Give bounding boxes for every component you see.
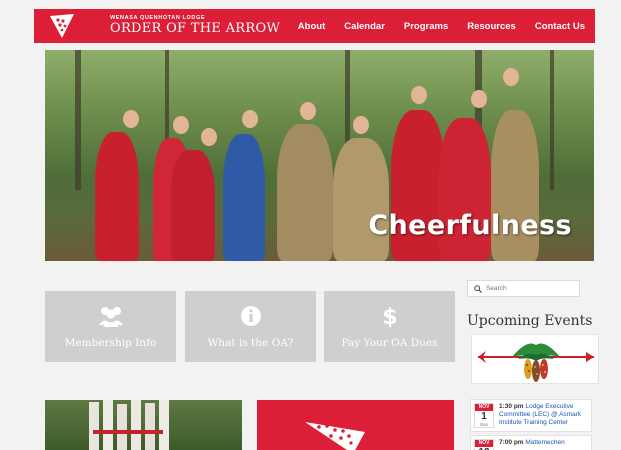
sash-strip xyxy=(117,404,127,450)
hero-person xyxy=(333,138,389,261)
arrowhead-graphic-icon xyxy=(305,422,365,450)
sashes-photo[interactable] xyxy=(45,400,242,450)
hero-person-head xyxy=(242,110,258,128)
pay-dues-tile[interactable]: $ Pay Your OA Dues xyxy=(324,291,455,362)
event-item[interactable]: NOV 1 Sun 1:30 pm Lodge Executive Commit… xyxy=(470,399,592,432)
event-details: 1:30 pm Lodge Executive Committee (LEC) … xyxy=(499,403,591,427)
sash-strip xyxy=(131,400,141,450)
nav-about[interactable]: About xyxy=(298,21,325,32)
hero-slider[interactable]: Cheerfulness xyxy=(45,50,594,261)
nav-contact-us[interactable]: Contact Us xyxy=(535,21,585,32)
hero-person-head xyxy=(300,102,316,120)
dollar-icon: $ xyxy=(324,305,455,328)
hero-person-head xyxy=(173,116,189,134)
event-time: 7:00 pm xyxy=(499,439,524,446)
group-icon xyxy=(45,305,176,327)
main-nav: About Calendar Programs Resources Contac… xyxy=(279,9,585,43)
tile-label: Pay Your OA Dues xyxy=(341,337,438,349)
hero-person-head xyxy=(411,86,427,104)
search-box[interactable] xyxy=(467,280,580,297)
arrowhead-feature[interactable] xyxy=(257,400,454,450)
event-month: NOV xyxy=(475,404,493,411)
tile-label: What is the OA? xyxy=(207,337,294,349)
hero-person xyxy=(95,132,139,261)
search-input[interactable] xyxy=(486,281,578,296)
event-date-badge: NOV 12 xyxy=(474,439,494,450)
upcoming-events-title: Upcoming Events xyxy=(467,313,593,329)
sash-strip xyxy=(89,402,99,450)
event-date-badge: NOV 1 Sun xyxy=(474,403,494,428)
what-is-oa-tile[interactable]: What is the OA? xyxy=(185,291,316,362)
info-icon xyxy=(185,305,316,327)
hero-tree xyxy=(550,50,554,190)
tile-label: Membership Info xyxy=(64,337,157,349)
event-title-link[interactable]: Mattemechen xyxy=(525,439,564,446)
hero-caption: Cheerfulness xyxy=(368,210,572,241)
hero-person-head xyxy=(201,128,217,146)
membership-info-tile[interactable]: Membership Info xyxy=(45,291,176,362)
event-time: 1:30 pm xyxy=(499,403,524,410)
sash-strip xyxy=(159,400,169,450)
event-details: 7:00 pm Mattemechen xyxy=(499,439,591,447)
hero-person xyxy=(223,134,265,261)
search-icon xyxy=(474,285,482,293)
sash-strip xyxy=(145,403,155,450)
hero-person-head xyxy=(123,110,139,128)
hero-person xyxy=(171,150,215,261)
site-title[interactable]: ORDER OF THE ARROW xyxy=(110,21,280,36)
nav-calendar[interactable]: Calendar xyxy=(344,21,385,32)
event-weekday: Sun xyxy=(479,422,488,427)
sash-arrow xyxy=(93,430,163,434)
nav-resources[interactable]: Resources xyxy=(467,21,516,32)
arrowhead-logo-icon[interactable] xyxy=(48,12,76,40)
hero-person-head xyxy=(503,68,519,86)
lodge-arrow-logo xyxy=(471,334,599,384)
sash-strip xyxy=(103,400,113,450)
hero-person xyxy=(277,124,333,261)
header-bar: WENASA QUENHOTAN LODGE ORDER OF THE ARRO… xyxy=(34,9,595,43)
hero-person-head xyxy=(353,116,369,134)
event-item[interactable]: NOV 12 7:00 pm Mattemechen xyxy=(470,435,592,450)
event-day: 1 xyxy=(481,411,487,422)
hero-person-head xyxy=(471,90,487,108)
hero-tree xyxy=(75,50,81,190)
svg-text:$: $ xyxy=(382,305,397,328)
nav-programs[interactable]: Programs xyxy=(404,21,448,32)
event-month: NOV xyxy=(475,440,493,447)
